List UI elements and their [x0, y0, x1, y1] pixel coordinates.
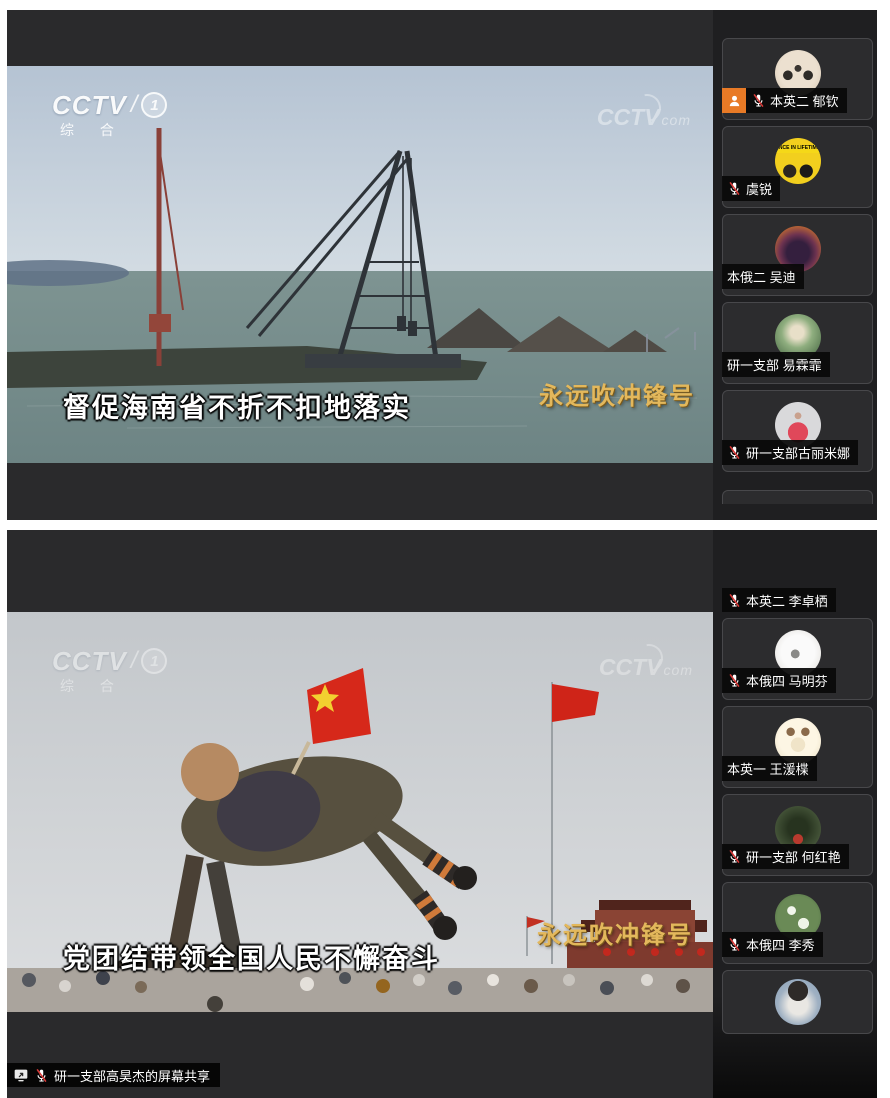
broadcast-subtitle: 党团结带领全国人民不懈奋斗 — [63, 937, 440, 976]
cctv1-channel-logo: CCTV / 1 综 合 — [52, 92, 167, 137]
muted-mic-icon — [727, 181, 742, 196]
participant-tile[interactable]: 研一支部 易霖霏 — [722, 302, 873, 384]
broadcast-subtitle: 督促海南省不折不扣地落实 — [63, 386, 411, 425]
cctv-logo-text: CCTV — [52, 92, 127, 118]
cctv-logo-slash: / — [131, 649, 138, 673]
channel-subtitle: 综 合 — [60, 679, 167, 693]
conference-screenshots-page: CCTV / 1 综 合 CCTVcom 督促海南省不折不扣地落实 永远吹冲锋号… — [0, 0, 890, 1098]
muted-mic-icon — [727, 673, 742, 688]
participant-tile[interactable]: 研一支部 何红艳 — [722, 794, 873, 876]
participant-tile[interactable]: 本俄二 吴迪 — [722, 214, 873, 296]
cctv-logo-slash: / — [131, 93, 138, 117]
channel-subtitle: 综 合 — [60, 123, 167, 137]
participant-name-label: 研一支部古丽米娜 — [722, 440, 858, 465]
participant-name: 研一支部 何红艳 — [746, 847, 841, 866]
partial-participant-tile — [722, 490, 873, 504]
participant-name-label: 本俄四 马明芬 — [722, 668, 836, 693]
avatar — [775, 979, 821, 1025]
muted-mic-icon — [34, 1068, 49, 1083]
muted-mic-icon — [727, 445, 742, 460]
program-title-overlay: 永远吹冲锋号 — [539, 376, 695, 411]
participant-name-label: 本俄四 李秀 — [722, 932, 823, 957]
meeting-screenshot-bottom: CCTV / 1 综 合 CCTVcom 党团结带领全国人民不懈奋斗 永远吹冲锋… — [7, 530, 877, 1098]
cctv-com-watermark: CCTVcom — [597, 106, 691, 129]
participant-tile[interactable]: 本俄四 李秀 — [722, 882, 873, 964]
meeting-screenshot-top: CCTV / 1 综 合 CCTVcom 督促海南省不折不扣地落实 永远吹冲锋号… — [7, 10, 877, 520]
participant-name-label: 本俄二 吴迪 — [722, 264, 804, 289]
participant-tile[interactable]: 研一支部古丽米娜 — [722, 390, 873, 472]
participant-name: 本俄二 吴迪 — [727, 267, 796, 286]
shared-screen-area: CCTV / 1 综 合 CCTVcom 党团结带领全国人民不懈奋斗 永远吹冲锋… — [7, 530, 713, 1098]
muted-mic-icon — [727, 937, 742, 952]
participant-name: 本俄四 李秀 — [746, 935, 815, 954]
share-banner-text: 研一支部高昊杰的屏幕共享 — [54, 1066, 210, 1085]
participant-name: 研一支部 易霖霏 — [727, 355, 822, 374]
participant-tile[interactable]: 本英二 郁钦 — [722, 38, 873, 120]
broadcast-video: CCTV / 1 综 合 CCTVcom 督促海南省不折不扣地落实 永远吹冲锋号 — [7, 66, 713, 463]
participants-sidebar: 本英二 李卓栖本俄四 马明芬本英一 王湲楪研一支部 何红艳本俄四 李秀 — [713, 530, 877, 1098]
channel-number-badge: 1 — [141, 648, 167, 674]
participant-tile[interactable]: 本英一 王湲楪 — [722, 706, 873, 788]
screen-share-icon — [13, 1067, 29, 1083]
participant-tile[interactable]: ONCE IN LIFETIME 虞锐 — [722, 126, 873, 208]
shared-screen-area: CCTV / 1 综 合 CCTVcom 督促海南省不折不扣地落实 永远吹冲锋号 — [7, 10, 713, 520]
program-title-overlay: 永远吹冲锋号 — [537, 915, 693, 950]
channel-number-badge: 1 — [141, 92, 167, 118]
participant-name-label: 研一支部 何红艳 — [722, 844, 849, 869]
screen-share-banner: 研一支部高昊杰的屏幕共享 — [7, 1063, 220, 1087]
muted-mic-icon — [727, 849, 742, 864]
participant-name-label: 本英二 郁钦 — [722, 88, 847, 113]
participant-tile[interactable] — [722, 970, 873, 1034]
muted-mic-icon — [751, 93, 766, 108]
participant-name-label: 研一支部 易霖霏 — [722, 352, 830, 377]
participant-tile[interactable]: 本俄四 马明芬 — [722, 618, 873, 700]
cctv1-channel-logo: CCTV / 1 综 合 — [52, 648, 167, 693]
cctv-logo-text: CCTV — [52, 648, 127, 674]
participants-sidebar: 本英二 郁钦 ONCE IN LIFETIME 虞锐本俄二 吴迪研一支部 易霖霏研一… — [713, 10, 877, 520]
participant-name: 本英一 王湲楪 — [727, 759, 809, 778]
participant-name-label: 本英二 李卓栖 — [722, 588, 836, 612]
participant-name: 本俄四 马明芬 — [746, 671, 828, 690]
participant-name: 本英二 李卓栖 — [746, 591, 828, 610]
participant-name: 研一支部古丽米娜 — [746, 443, 850, 462]
sidebar-fade — [713, 1040, 877, 1098]
self-indicator-badge — [722, 88, 746, 113]
muted-mic-icon — [727, 593, 742, 608]
cctv-com-watermark: CCTVcom — [599, 656, 693, 679]
avatar-text: ONCE IN LIFETIME — [775, 145, 821, 153]
avatar: ONCE IN LIFETIME — [775, 138, 821, 184]
participant-name-label: 本英一 王湲楪 — [722, 756, 817, 781]
participant-name: 虞锐 — [746, 179, 772, 198]
participant-name: 本英二 郁钦 — [770, 91, 839, 110]
broadcast-video: CCTV / 1 综 合 CCTVcom 党团结带领全国人民不懈奋斗 永远吹冲锋… — [7, 612, 713, 1012]
participant-name-label: 虞锐 — [722, 176, 780, 201]
